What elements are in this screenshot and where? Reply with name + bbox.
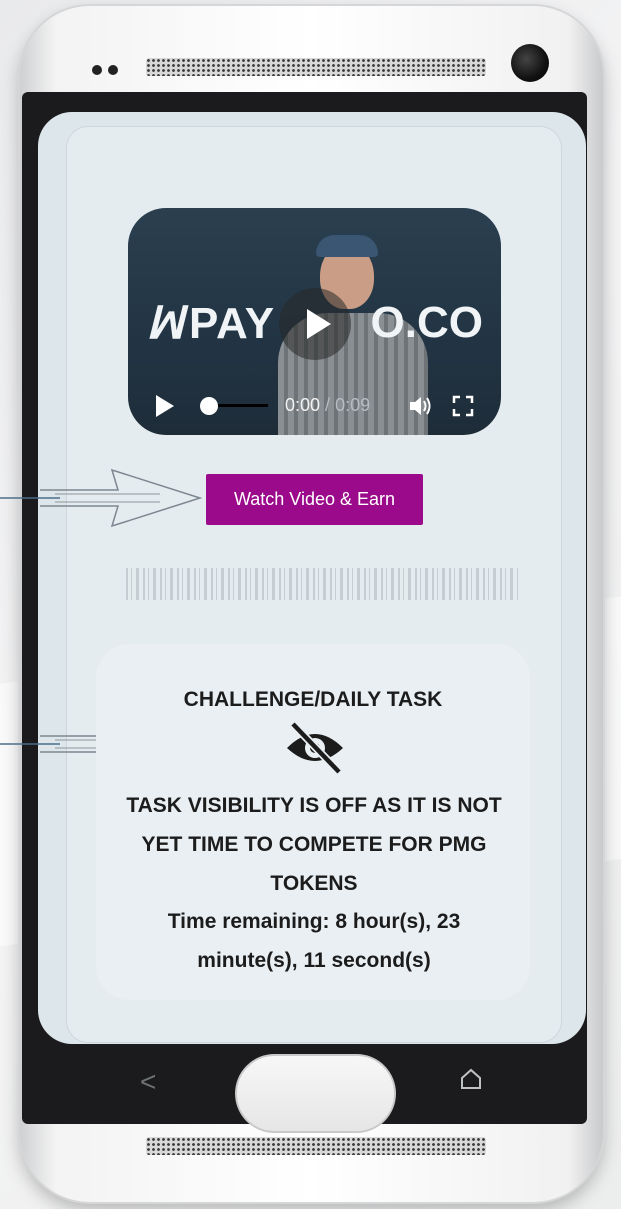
fullscreen-icon[interactable] — [452, 395, 474, 417]
earpiece-speaker — [146, 58, 486, 76]
eye-slash-icon — [287, 721, 343, 775]
seek-handle[interactable] — [200, 397, 218, 415]
decorative-barcode — [126, 568, 518, 600]
play-icon[interactable] — [156, 395, 174, 417]
video-brand-right: O.CO — [370, 298, 483, 347]
task-visibility-message: TASK VISIBILITY IS OFF AS IT IS NOT YET … — [126, 794, 502, 895]
seek-bar[interactable] — [216, 404, 268, 407]
time-separator: / — [320, 395, 336, 415]
task-heading: CHALLENGE/DAILY TASK — [183, 688, 443, 711]
back-icon[interactable]: < — [140, 1066, 156, 1098]
video-controls: 0:00 / 0:09 — [128, 375, 501, 435]
bottom-speaker — [146, 1137, 486, 1155]
time-duration: 0:09 — [335, 395, 371, 415]
pointer-arrow-icon — [0, 468, 203, 528]
time-remaining: Time remaining: 8 hour(s), 23 minute(s),… — [167, 910, 461, 972]
play-icon[interactable] — [279, 288, 351, 360]
front-camera — [511, 44, 549, 82]
video-time: 0:00 / 0:09 — [285, 395, 370, 416]
home-icon[interactable] — [459, 1068, 483, 1090]
volume-icon[interactable] — [408, 395, 434, 417]
time-current: 0:00 — [285, 395, 321, 415]
physical-home-button[interactable] — [235, 1054, 396, 1133]
video-brand-left: ꟽPAY — [146, 299, 276, 348]
watch-video-earn-button[interactable]: Watch Video & Earn — [206, 474, 423, 525]
sensor-dots — [92, 62, 124, 80]
video-player[interactable]: ꟽPAY O.CO 0:00 / 0:09 — [128, 208, 501, 435]
